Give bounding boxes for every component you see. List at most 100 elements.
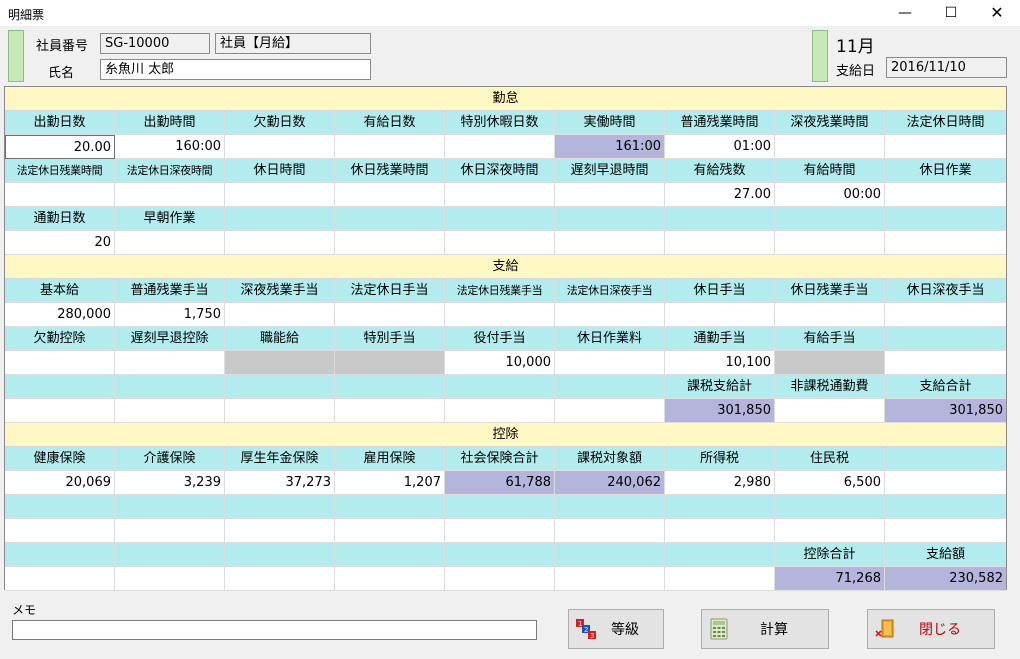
field-value-cell[interactable] [775,519,885,543]
field-value-cell[interactable] [445,303,555,327]
field-label-cell: 休日作業 [885,159,1006,183]
field-value-cell[interactable] [335,303,445,327]
field-value-cell[interactable] [225,399,335,423]
field-value-cell[interactable] [225,519,335,543]
field-value-cell[interactable] [775,135,885,159]
field-value-cell[interactable] [115,183,225,207]
field-value-cell[interactable] [445,135,555,159]
employee-no-field[interactable]: SG-10000 [100,33,210,54]
field-value-cell[interactable] [885,231,1006,255]
field-value-cell[interactable] [115,231,225,255]
field-value-cell[interactable]: 301,850 [885,399,1006,423]
field-value-cell[interactable] [445,399,555,423]
field-value-cell[interactable] [555,351,665,375]
field-value-cell[interactable] [445,183,555,207]
field-value-cell[interactable] [5,183,115,207]
field-value-cell[interactable]: 240,062 [555,471,665,495]
close-button[interactable]: 閉じる [867,609,995,649]
field-value-cell[interactable] [885,303,1006,327]
field-value-cell[interactable]: 27.00 [665,183,775,207]
field-value-cell[interactable]: 160:00 [115,135,225,159]
field-value-cell[interactable]: 2,980 [665,471,775,495]
field-value-cell[interactable] [225,135,335,159]
field-value-cell[interactable]: 280,000 [5,303,115,327]
field-value-cell[interactable] [445,519,555,543]
field-label-cell [5,543,115,567]
field-value-cell[interactable] [115,519,225,543]
calc-button[interactable]: 計算 [701,609,829,649]
field-value-cell[interactable]: 10,100 [665,351,775,375]
field-value-cell[interactable] [775,231,885,255]
field-value-cell[interactable] [665,303,775,327]
field-value-cell[interactable] [5,567,115,591]
field-value-cell[interactable]: 1,750 [115,303,225,327]
payday-field[interactable]: 2016/11/10 [886,57,1007,78]
close-window-button[interactable]: ✕ [974,0,1020,26]
value-row: 27.00 00:00 [5,183,1006,207]
name-field[interactable]: 糸魚川 太郎 [100,59,371,80]
field-value-cell[interactable]: 161:00 [555,135,665,159]
field-value-cell[interactable] [665,567,775,591]
field-label-cell: 出勤日数 [5,111,115,135]
field-value-cell[interactable] [225,303,335,327]
field-value-cell[interactable] [5,351,115,375]
field-value-cell[interactable]: 230,582 [885,567,1006,591]
field-value-cell[interactable] [885,183,1006,207]
grade-button[interactable]: 1 2 3 等級 [568,609,664,649]
field-value-cell[interactable] [555,303,665,327]
minimize-button[interactable]: — [882,0,928,26]
field-value-cell[interactable] [555,519,665,543]
field-value-cell[interactable] [115,567,225,591]
field-value-cell[interactable] [335,519,445,543]
field-value-cell[interactable]: 71,268 [775,567,885,591]
maximize-button[interactable]: ☐ [928,0,974,26]
field-value-cell[interactable]: 20 [5,231,115,255]
field-value-cell[interactable] [775,351,885,375]
field-value-cell[interactable] [5,519,115,543]
field-value-cell[interactable] [335,351,445,375]
field-value-cell[interactable] [335,135,445,159]
field-value-cell[interactable] [225,183,335,207]
field-value-cell[interactable] [555,399,665,423]
field-value-cell[interactable] [335,567,445,591]
field-value-cell[interactable] [665,231,775,255]
field-value-cell[interactable]: 20,069 [5,471,115,495]
field-label-cell: 職能給 [225,327,335,351]
field-value-cell[interactable] [555,183,665,207]
field-value-cell[interactable]: 10,000 [445,351,555,375]
field-label-cell: 基本給 [5,279,115,303]
field-value-cell[interactable] [555,231,665,255]
memo-input[interactable] [12,620,537,640]
grade-button-label: 等級 [611,622,639,638]
field-label-cell: 法定休日残業時間 [5,159,115,183]
field-value-cell[interactable] [335,399,445,423]
field-value-cell[interactable] [885,351,1006,375]
field-value-cell[interactable] [665,519,775,543]
field-value-cell[interactable]: 3,239 [115,471,225,495]
field-value-cell[interactable]: 1,207 [335,471,445,495]
field-value-cell[interactable]: 6,500 [775,471,885,495]
field-value-cell[interactable]: 301,850 [665,399,775,423]
field-value-cell[interactable] [445,231,555,255]
field-value-cell[interactable] [225,567,335,591]
field-value-cell[interactable]: 37,273 [225,471,335,495]
field-value-cell[interactable] [885,471,1006,495]
field-value-cell[interactable] [885,519,1006,543]
field-value-cell[interactable] [115,399,225,423]
field-value-cell[interactable]: 01:00 [665,135,775,159]
field-value-cell[interactable]: 00:00 [775,183,885,207]
field-value-cell[interactable]: 61,788 [445,471,555,495]
field-value-cell[interactable] [225,351,335,375]
employee-type-field[interactable]: 社員【月給】 [215,33,371,54]
field-value-cell[interactable] [775,303,885,327]
field-value-cell[interactable] [885,135,1006,159]
field-value-cell[interactable] [115,351,225,375]
field-value-cell[interactable] [445,567,555,591]
field-value-cell[interactable] [5,399,115,423]
field-value-cell[interactable] [225,231,335,255]
field-value-cell[interactable] [335,231,445,255]
field-value-cell[interactable] [555,567,665,591]
field-value-cell[interactable] [335,183,445,207]
field-value-cell[interactable]: 20.00 [5,135,115,159]
field-value-cell[interactable] [775,399,885,423]
